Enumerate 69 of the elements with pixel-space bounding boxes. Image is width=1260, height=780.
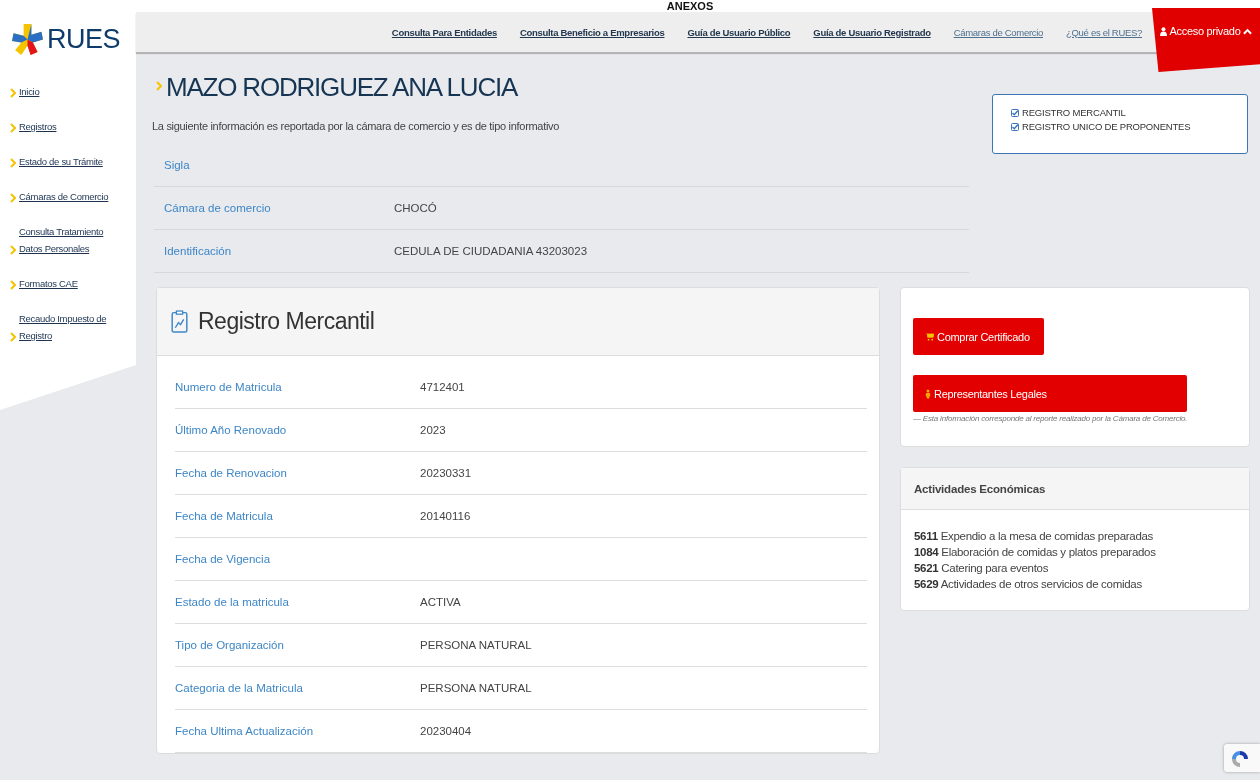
- field-value: 20230404: [420, 725, 472, 737]
- sidebar-link[interactable]: Cámaras de Comercio: [19, 188, 111, 205]
- field-label: Estado de la matricula: [175, 596, 290, 608]
- sidebar-link[interactable]: Formatos CAE: [19, 275, 111, 292]
- nav-link[interactable]: Guía de Usuario Registrado: [813, 26, 931, 38]
- field-value: PERSONA NATURAL: [420, 682, 532, 694]
- sidebar-link[interactable]: Estado de su Trámite: [19, 153, 111, 170]
- person-name: MAZO RODRIGUEZ ANA LUCIA: [166, 71, 518, 103]
- sidebar-link[interactable]: Recaudo Impuesto de Registro: [19, 310, 111, 344]
- chevron-icon: [10, 332, 16, 342]
- field-label: Tipo de Organización: [175, 639, 285, 651]
- sidebar-link[interactable]: Registros: [19, 118, 111, 135]
- chevron-icon: [10, 158, 16, 168]
- activity-item: 1084 Elaboración de comidas y platos preparados: [914, 546, 1157, 558]
- sidebar-link[interactable]: Consulta Tratamiento Datos Personales: [19, 223, 111, 257]
- chevron-icon: [10, 123, 16, 133]
- field-value: 20230331: [420, 467, 472, 479]
- field-label: Fecha de Renovacion: [175, 467, 288, 479]
- nav-link[interactable]: Consulta Para Entidades: [391, 26, 497, 38]
- activity-item: 5621 Catering para eventos: [914, 562, 1050, 574]
- nav-link[interactable]: Guía de Usuario Público: [687, 26, 791, 38]
- nav-link[interactable]: ¿Qué es el RUES?: [1066, 26, 1142, 38]
- star-logo-icon: [12, 24, 43, 55]
- field-label: Fecha de Vigencia: [175, 553, 272, 565]
- logo-text: RUES: [47, 24, 120, 55]
- clipboard-chart-icon: [171, 310, 188, 333]
- intro-text: La siguiente información es reportada por la cámara de comercio y es de tipo informativo: [152, 120, 560, 132]
- field-label: Identificación: [163, 245, 233, 257]
- chevron-icon: [10, 88, 16, 98]
- chevron-icon: [10, 280, 16, 290]
- checkbox[interactable]: [1011, 108, 1019, 117]
- chevron-icon: [10, 193, 16, 203]
- activity-item: 5629 Actividades de otros servicios de comidas: [914, 578, 1143, 590]
- action-button[interactable]: Representantes Legales: [913, 375, 1188, 412]
- field-value: CHOCÓ: [394, 202, 437, 214]
- chevron-icon: [10, 245, 16, 255]
- field-value: CEDULA DE CIUDADANIA 43203023: [394, 245, 588, 257]
- field-label: Fecha Ultima Actualización: [175, 725, 315, 737]
- option-label[interactable]: REGISTRO UNICO DE PROPONENTES: [1022, 121, 1191, 132]
- nav-link[interactable]: Cámaras de Comercio: [953, 26, 1043, 38]
- field-value: PERSONA NATURAL: [420, 639, 532, 651]
- field-value: ACTIVA: [420, 596, 461, 608]
- chevron-icon: [156, 81, 162, 91]
- sidebar-link[interactable]: Inicio: [19, 83, 111, 100]
- activity-item: 5611 Expendio a la mesa de comidas preparadas: [914, 530, 1155, 542]
- page-heading: ANEXOS: [666, 0, 714, 12]
- field-value: 4712401: [420, 381, 465, 393]
- field-label: Numero de Matricula: [175, 381, 283, 393]
- cart-icon: [925, 332, 934, 341]
- person-icon: [925, 388, 931, 399]
- action-button[interactable]: Comprar Certificado: [913, 318, 1044, 355]
- field-label: Sigla: [163, 159, 191, 171]
- access-button[interactable]: Acceso privado: [1152, 8, 1260, 72]
- field-label: Cámara de comercio: [163, 202, 272, 214]
- field-value: 2023: [420, 424, 446, 436]
- card-title: Actividades Económicas: [901, 468, 1249, 510]
- caret-icon: [1242, 28, 1252, 35]
- card-title: Registro Mercantil: [198, 308, 375, 335]
- checkbox[interactable]: [1011, 122, 1019, 131]
- nav-link[interactable]: Consulta Beneficio a Empresarios: [519, 26, 665, 38]
- field-label: Categoria de la Matricula: [175, 682, 304, 694]
- option-label[interactable]: REGISTRO MERCANTIL: [1022, 107, 1126, 118]
- note-text: — Esta información corresponde al reporte realizado por la Cámara de Comercio.: [913, 414, 1188, 423]
- recaptcha-icon: [1230, 749, 1250, 769]
- field-label: Fecha de Matricula: [175, 510, 274, 522]
- recaptcha-badge[interactable]: [1224, 744, 1260, 772]
- field-value: 20140116: [420, 510, 471, 522]
- field-label: Último Año Renovado: [175, 424, 288, 436]
- user-icon: [1160, 27, 1168, 36]
